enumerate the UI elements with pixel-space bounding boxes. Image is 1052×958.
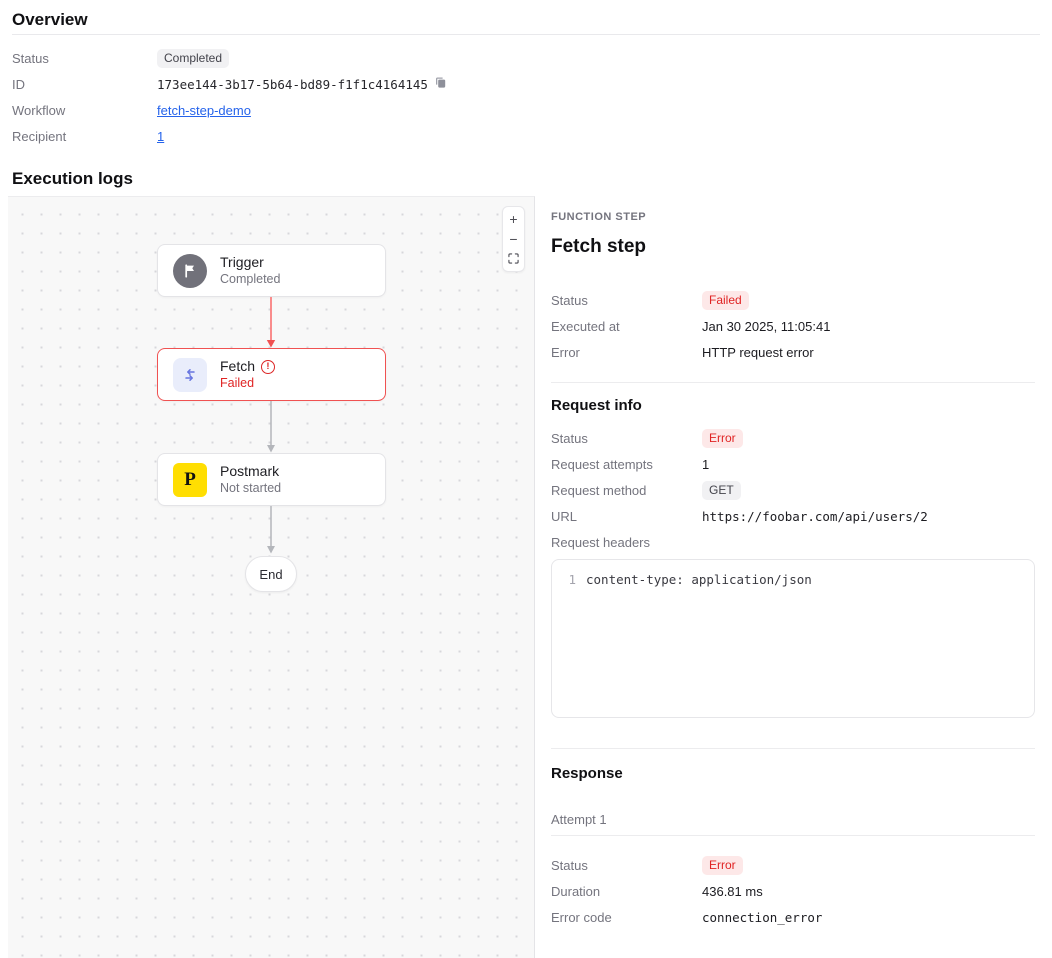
executed-at-label: Executed at — [551, 319, 702, 334]
status-badge: Error — [702, 856, 743, 875]
overview-rows: Status Completed ID 173ee144-3b17-5b64-b… — [12, 45, 1040, 149]
zoom-controls: + − — [502, 206, 525, 272]
end-label: End — [259, 567, 282, 582]
request-headers-row: Request headers — [551, 529, 1035, 555]
url-row: URL https://foobar.com/api/users/2 — [551, 503, 1035, 529]
section-divider — [551, 382, 1035, 383]
copy-button[interactable] — [434, 76, 447, 92]
postmark-logo-icon: P — [173, 463, 207, 497]
zoom-out-button[interactable]: − — [503, 229, 524, 249]
executed-at-value: Jan 30 2025, 11:05:41 — [702, 319, 830, 334]
request-method-label: Request method — [551, 483, 702, 498]
status-row: Status Failed — [551, 287, 1035, 313]
recipient-label: Recipient — [12, 129, 157, 144]
status-label: Status — [551, 858, 702, 873]
workflow-link[interactable]: fetch-step-demo — [157, 103, 251, 118]
overview-divider — [12, 34, 1040, 35]
status-row: Status Completed — [12, 45, 1040, 71]
request-headers-code: 1 content-type: application/json — [551, 559, 1035, 718]
request-info-rows: Status Error Request attempts 1 Request … — [551, 425, 1035, 555]
id-label: ID — [12, 77, 157, 92]
recipient-link[interactable]: 1 — [157, 129, 164, 144]
warning-icon: ! — [261, 360, 275, 374]
id-value: 173ee144-3b17-5b64-bd89-f1f1c4164145 — [157, 77, 428, 92]
url-label: URL — [551, 509, 702, 524]
status-badge: Error — [702, 429, 743, 448]
node-postmark[interactable]: P Postmark Not started — [157, 453, 386, 506]
overview-section: Overview Status Completed ID 173ee144-3b… — [0, 0, 1052, 149]
attempt-divider — [551, 835, 1035, 836]
duration-value: 436.81 ms — [702, 884, 763, 899]
fit-view-button[interactable] — [503, 249, 524, 269]
step-kicker: FUNCTION STEP — [551, 211, 1035, 223]
id-row: ID 173ee144-3b17-5b64-bd89-f1f1c4164145 — [12, 71, 1040, 97]
duration-label: Duration — [551, 884, 702, 899]
method-badge: GET — [702, 481, 741, 500]
node-subtitle: Failed — [220, 376, 275, 391]
error-value: HTTP request error — [702, 345, 814, 360]
status-row: Status Error — [551, 425, 1035, 451]
duration-row: Duration 436.81 ms — [551, 878, 1035, 904]
zoom-in-button[interactable]: + — [503, 209, 524, 229]
error-code-row: Error code connection_error — [551, 904, 1035, 930]
error-row: Error HTTP request error — [551, 339, 1035, 365]
executed-at-row: Executed at Jan 30 2025, 11:05:41 — [551, 313, 1035, 339]
attempt-label: Attempt 1 — [551, 812, 1035, 828]
edge-fetch-postmark — [264, 401, 278, 453]
code-line-number: 1 — [552, 571, 586, 589]
request-attempts-value: 1 — [702, 457, 709, 472]
code-line-content: content-type: application/json — [586, 571, 812, 589]
end-node[interactable]: End — [245, 556, 297, 592]
execution-logs-title: Execution logs — [12, 168, 1052, 189]
fit-view-icon — [508, 251, 519, 267]
flag-icon — [173, 254, 207, 288]
status-badge: Completed — [157, 49, 229, 68]
copy-icon — [434, 76, 447, 92]
overview-title: Overview — [12, 9, 1040, 30]
node-subtitle: Not started — [220, 481, 281, 496]
request-method-row: Request method GET — [551, 477, 1035, 503]
node-trigger[interactable]: Trigger Completed — [157, 244, 386, 297]
error-code-value: connection_error — [702, 910, 822, 925]
edge-trigger-fetch — [264, 297, 278, 348]
node-subtitle: Completed — [220, 272, 280, 287]
request-headers-label: Request headers — [551, 535, 702, 550]
step-summary-rows: Status Failed Executed at Jan 30 2025, 1… — [551, 287, 1035, 365]
node-title: Fetch — [220, 358, 255, 375]
status-label: Status — [551, 293, 702, 308]
workflow-label: Workflow — [12, 103, 157, 118]
status-badge: Failed — [702, 291, 749, 310]
workflow-row: Workflow fetch-step-demo — [12, 97, 1040, 123]
edge-postmark-end — [264, 506, 278, 554]
workflow-canvas[interactable]: Trigger Completed Fetch ! Failed P — [8, 196, 535, 958]
step-details-panel: FUNCTION STEP Fetch step Status Failed E… — [551, 196, 1035, 930]
response-title: Response — [551, 764, 1035, 783]
swap-arrows-icon — [173, 358, 207, 392]
node-title: Trigger — [220, 254, 280, 271]
status-label: Status — [551, 431, 702, 446]
response-rows: Status Error Duration 436.81 ms Error co… — [551, 852, 1035, 930]
code-line: 1 content-type: application/json — [552, 571, 1034, 589]
node-fetch[interactable]: Fetch ! Failed — [157, 348, 386, 401]
step-title: Fetch step — [551, 235, 1035, 259]
status-row: Status Error — [551, 852, 1035, 878]
section-divider — [551, 748, 1035, 749]
error-label: Error — [551, 345, 702, 360]
node-title: Postmark — [220, 463, 281, 480]
error-code-label: Error code — [551, 910, 702, 925]
url-value: https://foobar.com/api/users/2 — [702, 509, 928, 524]
recipient-row: Recipient 1 — [12, 123, 1040, 149]
request-info-title: Request info — [551, 396, 1035, 415]
request-attempts-label: Request attempts — [551, 457, 702, 472]
request-attempts-row: Request attempts 1 — [551, 451, 1035, 477]
status-label: Status — [12, 51, 157, 66]
